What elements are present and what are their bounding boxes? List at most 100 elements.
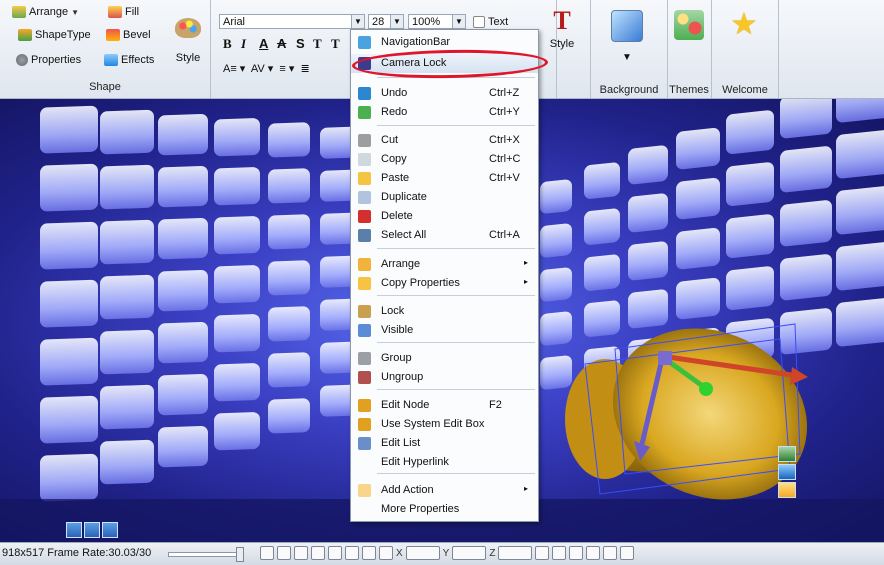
font-color-button[interactable]: A bbox=[259, 36, 268, 51]
tile bbox=[628, 145, 668, 185]
link-icon[interactable] bbox=[535, 546, 550, 560]
grid-icon[interactable] bbox=[311, 546, 325, 560]
paste-item[interactable]: Paste Ctrl+V bbox=[351, 169, 538, 188]
chevron-down-icon: ▼ bbox=[452, 15, 465, 28]
font-size-value: 28 bbox=[372, 16, 385, 28]
effects-button[interactable]: Effects bbox=[104, 52, 154, 68]
z-coord-field[interactable] bbox=[498, 546, 533, 560]
fill-button[interactable]: Fill bbox=[108, 4, 139, 20]
nav-down-icon[interactable] bbox=[102, 522, 118, 538]
italic-button[interactable]: I bbox=[241, 36, 246, 52]
ungroup-item[interactable]: Ungroup bbox=[351, 368, 538, 387]
text-style-button[interactable]: T Style bbox=[547, 6, 577, 51]
zoom-select[interactable]: 100% ▼ bbox=[408, 14, 466, 29]
menu-item-label: NavigationBar bbox=[381, 36, 451, 48]
snapshot-icon[interactable] bbox=[260, 546, 274, 560]
shape-type-label: ShapeType bbox=[35, 29, 91, 41]
anchor-icon[interactable] bbox=[328, 546, 342, 560]
shadow-button[interactable]: S bbox=[296, 36, 305, 51]
nav-home-icon[interactable] bbox=[84, 522, 100, 538]
palette-icon bbox=[175, 18, 201, 38]
x-coord-field[interactable] bbox=[405, 546, 440, 560]
select-all-icon bbox=[358, 229, 371, 242]
tile bbox=[40, 105, 98, 154]
superscript-button[interactable]: T bbox=[313, 36, 322, 52]
strike-button[interactable]: A bbox=[277, 36, 286, 51]
edit-hyperlink-item[interactable]: Edit Hyperlink bbox=[351, 453, 538, 472]
rotate-icon[interactable] bbox=[778, 446, 796, 462]
welcome-button[interactable]: ★ bbox=[718, 10, 770, 40]
lock-item[interactable]: Lock bbox=[351, 302, 538, 321]
subscript-button[interactable]: T bbox=[331, 36, 340, 52]
view-icon[interactable] bbox=[620, 546, 635, 560]
menu-item-shortcut: Ctrl+A bbox=[489, 229, 520, 241]
copy-properties-item[interactable]: Copy Properties ▸ bbox=[351, 274, 538, 293]
duplicate-item[interactable]: Duplicate bbox=[351, 188, 538, 207]
redo-item[interactable]: Redo Ctrl+Y bbox=[351, 103, 538, 122]
tile bbox=[584, 208, 620, 245]
timeline-slider[interactable] bbox=[168, 547, 244, 562]
background-group: ▼ Background bbox=[590, 0, 668, 98]
cut-item[interactable]: Cut Ctrl+X bbox=[351, 131, 538, 150]
tile bbox=[214, 167, 260, 206]
properties-label: Properties bbox=[31, 54, 82, 66]
distribute-icon[interactable] bbox=[569, 546, 584, 560]
add-action-item[interactable]: Add Action ▸ bbox=[351, 481, 538, 500]
duplicate-icon bbox=[358, 191, 371, 204]
align-tools[interactable]: A≡ ▾ AV ▾ ≡ ▾ ≣ bbox=[223, 62, 310, 75]
menu-item-label: Copy Properties bbox=[381, 277, 460, 289]
scale-tool-icon[interactable] bbox=[379, 546, 393, 560]
edit-node-item[interactable]: Edit Node F2 bbox=[351, 396, 538, 415]
y-coord-field[interactable] bbox=[452, 546, 487, 560]
tile bbox=[726, 214, 774, 258]
copy-item[interactable]: Copy Ctrl+C bbox=[351, 150, 538, 169]
nav-up-icon[interactable] bbox=[66, 522, 82, 538]
camera-icon[interactable] bbox=[277, 546, 291, 560]
tile bbox=[268, 398, 310, 434]
select-all-item[interactable]: Select All Ctrl+A bbox=[351, 226, 538, 245]
shape-style-button[interactable]: Style bbox=[170, 18, 206, 64]
copy-icon bbox=[358, 153, 371, 166]
side-tools bbox=[778, 446, 798, 500]
tile bbox=[540, 223, 572, 258]
font-family-select[interactable]: Arial ▼ bbox=[219, 14, 365, 29]
bevel-button[interactable]: Bevel bbox=[106, 27, 151, 43]
x-axis-arrow bbox=[790, 367, 808, 385]
font-size-select[interactable]: 28 ▼ bbox=[368, 14, 404, 29]
edit-list-item[interactable]: Edit List bbox=[351, 434, 538, 453]
layers-icon[interactable] bbox=[586, 546, 601, 560]
text-button[interactable]: Text bbox=[473, 14, 508, 30]
select-icon[interactable] bbox=[294, 546, 308, 560]
use-system-edit-box-item[interactable]: Use System Edit Box bbox=[351, 415, 538, 434]
align-icon[interactable] bbox=[552, 546, 567, 560]
more-properties-item[interactable]: More Properties bbox=[351, 500, 538, 519]
shape-type-button[interactable]: ShapeType bbox=[18, 27, 91, 43]
delete-item[interactable]: Delete bbox=[351, 207, 538, 226]
undo-item[interactable]: Undo Ctrl+Z bbox=[351, 84, 538, 103]
menu-item-label: Delete bbox=[381, 210, 413, 222]
navigation-bar-item[interactable]: NavigationBar bbox=[351, 33, 538, 52]
color-icon[interactable] bbox=[603, 546, 618, 560]
scale-icon[interactable] bbox=[778, 482, 796, 498]
tile bbox=[158, 165, 208, 208]
background-button[interactable]: ▼ bbox=[601, 10, 653, 63]
tile bbox=[158, 373, 208, 416]
text-style-icon: T bbox=[553, 6, 571, 35]
bold-button[interactable]: B bbox=[223, 36, 232, 52]
fill-label: Fill bbox=[125, 6, 140, 18]
group-item[interactable]: Group bbox=[351, 349, 538, 368]
themes-button[interactable] bbox=[663, 10, 715, 40]
edit-box-icon bbox=[358, 418, 371, 431]
rotate-tool-icon[interactable] bbox=[362, 546, 376, 560]
navigation-bar[interactable] bbox=[66, 522, 126, 538]
effects-icon bbox=[104, 54, 118, 66]
arrange-item[interactable]: Arrange ▸ bbox=[351, 255, 538, 274]
move-down-icon[interactable] bbox=[778, 464, 796, 480]
properties-button[interactable]: Properties bbox=[16, 52, 81, 68]
move-icon[interactable] bbox=[345, 546, 359, 560]
camera-lock-item[interactable]: Camera Lock bbox=[351, 54, 538, 73]
visible-item[interactable]: Visible bbox=[351, 321, 538, 340]
arrange-button[interactable]: Arrange ▼ bbox=[12, 4, 79, 20]
edit-list-icon bbox=[358, 437, 371, 450]
slider-thumb[interactable] bbox=[236, 547, 244, 562]
